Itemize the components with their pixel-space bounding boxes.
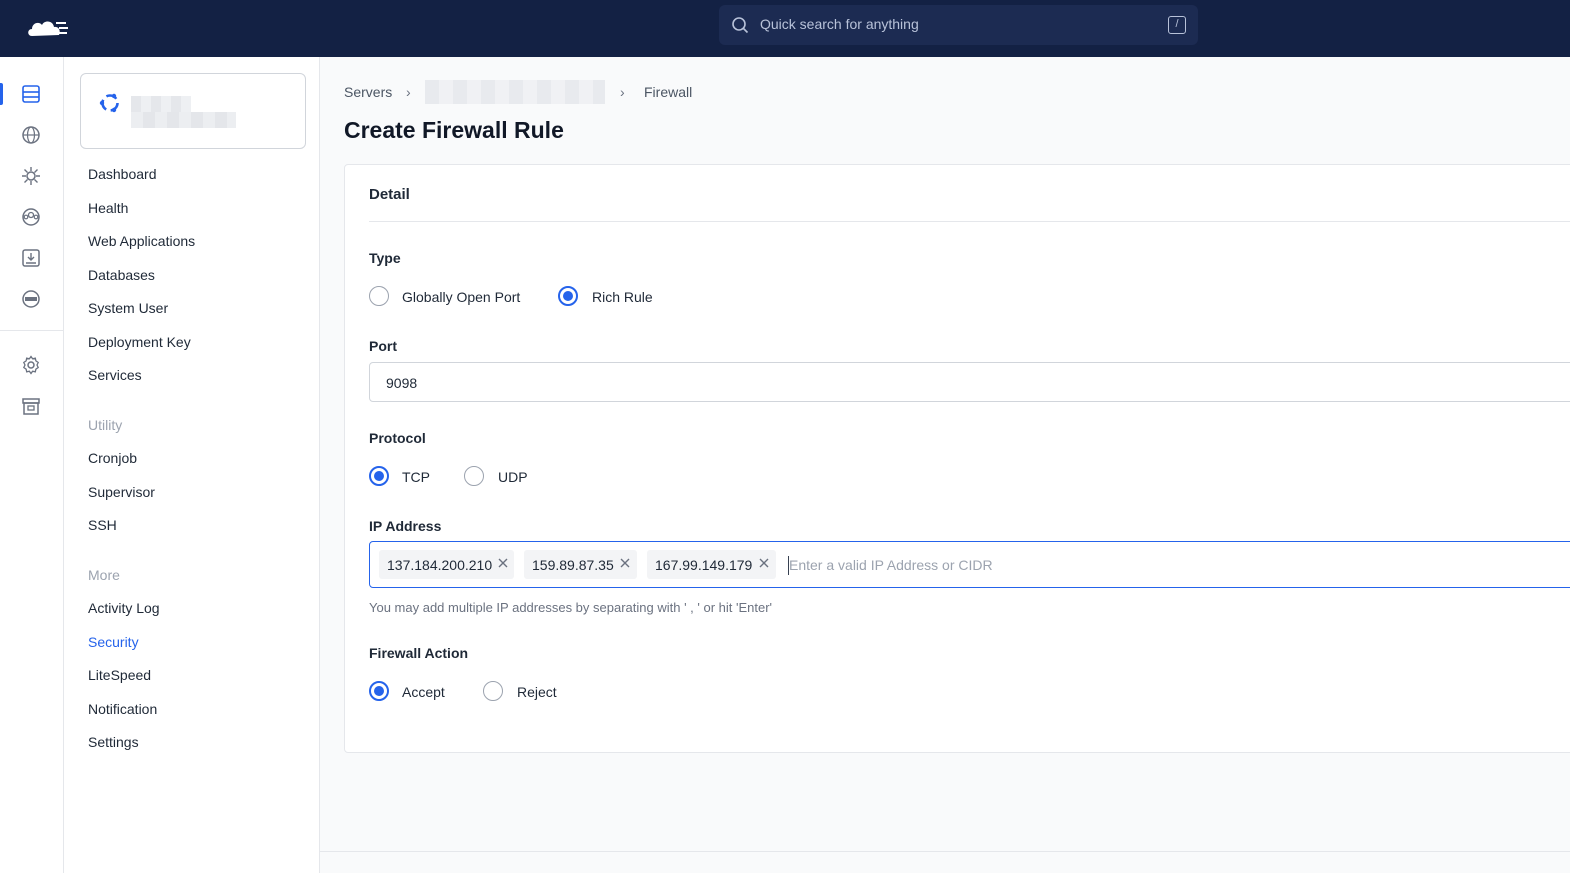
sidebar-item-services[interactable]: Services [88,367,142,383]
ubuntu-icon [99,93,119,113]
breadcrumb-chevron-icon: › [620,84,625,100]
ip-tag-label: 159.89.87.35 [532,557,614,573]
radio-globally-open-port[interactable] [369,286,389,306]
ip-help-text: You may add multiple IP addresses by sep… [369,600,773,615]
globe-icon[interactable] [20,124,42,146]
sidebar-item-security[interactable]: Security [88,634,139,650]
sidebar-heading-utility: Utility [88,417,123,433]
ip-address-tag-input[interactable]: 137.184.200.210 159.89.87.35 167.99.149.… [369,541,1570,588]
radio-label-udp[interactable]: UDP [498,469,528,485]
search-placeholder: Quick search for anything [760,16,919,32]
radio-rich-rule[interactable] [558,286,578,306]
gear-icon[interactable] [20,354,42,376]
top-bar: Quick search for anything / [0,0,1570,57]
sidebar-item-settings[interactable]: Settings [88,734,139,750]
quick-search[interactable]: Quick search for anything / [719,5,1198,45]
port-label: Port [369,338,397,354]
card-divider [369,221,1570,222]
main-content: Servers › › Firewall Create Firewall Rul… [320,57,1570,873]
radio-tcp[interactable] [369,466,389,486]
page-title: Create Firewall Rule [344,117,564,143]
sidebar-heading-more: More [88,567,120,583]
sidebar-item-cronjob[interactable]: Cronjob [88,450,137,466]
close-icon[interactable] [758,557,770,569]
port-value: 9098 [386,375,418,391]
ip-address-label: IP Address [369,518,442,534]
rail-active-indicator [0,83,3,105]
backup-icon[interactable] [20,247,42,269]
sidebar-item-databases[interactable]: Databases [88,267,155,283]
breadcrumb-chevron-icon: › [406,84,411,100]
sidebar-item-system-user[interactable]: System User [88,300,168,316]
firewall-action-label: Firewall Action [369,645,469,661]
ip-tag: 137.184.200.210 [379,550,514,579]
ip-tag: 167.99.149.179 [647,550,776,579]
breadcrumb-firewall[interactable]: Firewall [644,84,692,100]
sidebar-item-health[interactable]: Health [88,200,128,216]
radio-reject[interactable] [483,681,503,701]
cloud-logo-icon[interactable] [26,14,70,42]
server-card[interactable] [80,73,306,149]
rail-divider [0,330,63,331]
team-icon[interactable] [20,206,42,228]
sidebar-item-activity-log[interactable]: Activity Log [88,600,160,616]
detail-card: Detail Type Globally Open Port Rich Rule… [344,164,1570,753]
footer-divider [320,851,1570,852]
port-input[interactable]: 9098 [369,362,1570,402]
radio-label-accept[interactable]: Accept [402,684,445,700]
card-title: Detail [369,186,410,203]
server-name-redacted [131,96,191,112]
server-ip-redacted [131,112,236,128]
archive-icon[interactable] [20,395,42,417]
ip-tag-label: 137.184.200.210 [387,557,493,573]
radio-label-reject[interactable]: Reject [517,684,557,700]
dns-icon[interactable] [20,288,42,310]
servers-icon[interactable] [20,83,42,105]
ip-tag: 159.89.87.35 [524,550,637,579]
sidebar-item-web-applications[interactable]: Web Applications [88,233,195,249]
radio-label-rich-rule[interactable]: Rich Rule [592,289,653,305]
sidebar-item-ssh[interactable]: SSH [88,517,117,533]
radio-label-tcp[interactable]: TCP [402,469,430,485]
radio-accept[interactable] [369,681,389,701]
protocol-label: Protocol [369,430,426,446]
ip-input-placeholder[interactable]: Enter a valid IP Address or CIDR [789,557,993,573]
breadcrumb-servers[interactable]: Servers [344,84,392,100]
server-sidebar: Dashboard Health Web Applications Databa… [64,57,320,873]
sidebar-item-supervisor[interactable]: Supervisor [88,484,155,500]
search-icon [732,17,749,34]
radio-label-globally-open-port[interactable]: Globally Open Port [402,289,520,305]
integrations-icon[interactable] [20,165,42,187]
breadcrumb-server-redacted[interactable] [425,80,605,104]
sidebar-item-dashboard[interactable]: Dashboard [88,166,157,182]
search-shortcut-badge: / [1168,16,1186,34]
icon-rail [0,57,64,873]
type-label: Type [369,250,401,266]
close-icon[interactable] [619,557,631,569]
sidebar-item-litespeed[interactable]: LiteSpeed [88,667,151,683]
sidebar-item-deployment-key[interactable]: Deployment Key [88,334,191,350]
ip-tag-label: 167.99.149.179 [655,557,753,573]
radio-udp[interactable] [464,466,484,486]
sidebar-item-notification[interactable]: Notification [88,701,157,717]
close-icon[interactable] [497,557,509,569]
